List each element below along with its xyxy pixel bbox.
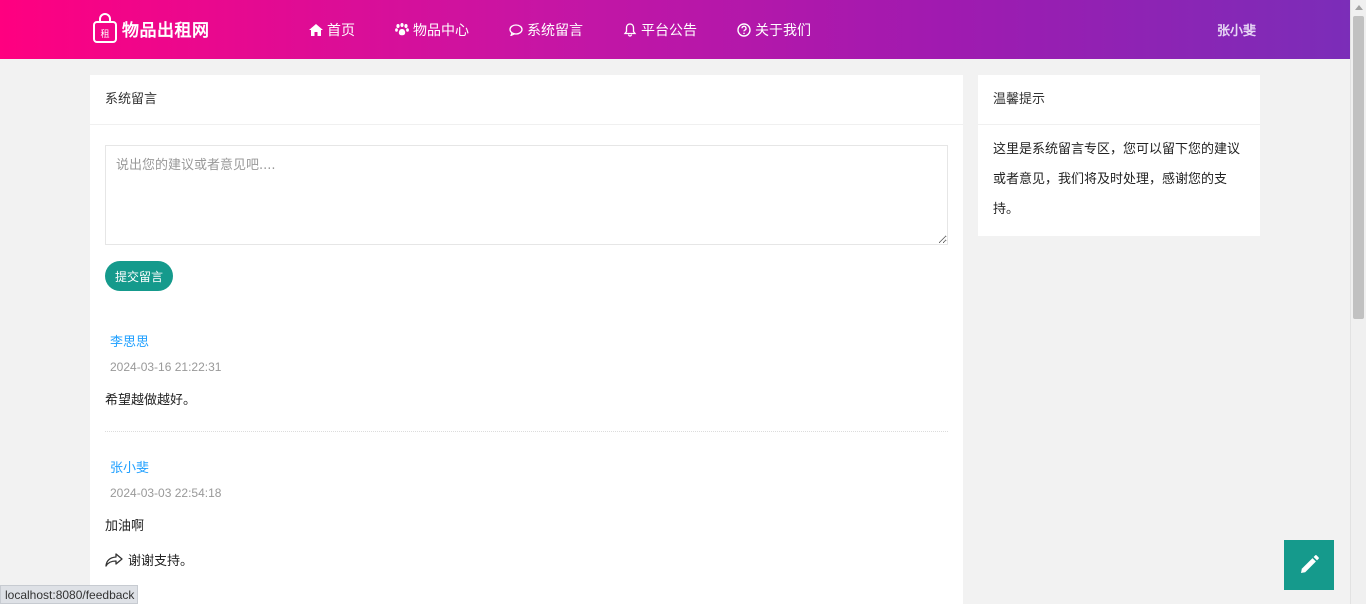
nav-item-announcements[interactable]: 平台公告 [623,20,697,40]
comment-icon [509,23,523,36]
message-reply: 谢谢支持。 [105,550,948,569]
status-bar-url: localhost:8080/feedback [0,585,138,604]
message-time: 2024-03-16 21:22:31 [110,360,222,374]
site-title: 物品出租网 [122,20,210,41]
message-divider [105,431,948,432]
nav-item-feedback[interactable]: 系统留言 [509,20,583,40]
nav-item-label: 物品中心 [413,22,469,39]
nav-item-label: 首页 [327,22,355,39]
edit-floating-button[interactable] [1284,540,1334,590]
nav-item-label: 平台公告 [641,22,697,39]
scroll-up-icon[interactable] [1355,5,1363,10]
reply-text: 谢谢支持。 [128,554,194,569]
tips-title: 温馨提示 [978,75,1260,125]
feedback-panel: 系统留言 提交留言 李思思 2024-03-16 21:22:31 希望越做越好… [90,75,963,604]
nav-item-label: 系统留言 [527,22,583,39]
nav-item-home[interactable]: 首页 [309,20,355,40]
top-header: 租 物品出租网 首页 物品中心 系统留言 平台公告 关于我们 张小斐 [0,0,1350,59]
tips-content: 这里是系统留言专区，您可以留下您的建议或者意见，我们将及时处理，感谢您的支持。 [993,142,1241,217]
paw-icon [395,23,409,36]
question-circle-icon [737,22,751,37]
nav-item-about[interactable]: 关于我们 [737,20,811,40]
message-author[interactable]: 李思思 [110,331,948,350]
message-content: 希望越做越好。 [105,393,197,408]
message-time: 2024-03-03 22:54:18 [110,486,222,500]
nav-item-label: 关于我们 [755,22,811,39]
message-content: 加油啊 [105,519,145,534]
nav-item-items[interactable]: 物品中心 [395,20,469,40]
submit-feedback-button[interactable]: 提交留言 [105,261,173,291]
message-item: 李思思 2024-03-16 21:22:31 希望越做越好。 [105,331,948,408]
page-scrollbar[interactable] [1350,0,1366,604]
panel-title: 系统留言 [90,75,963,125]
tips-panel: 温馨提示 这里是系统留言专区，您可以留下您的建议或者意见，我们将及时处理，感谢您… [978,75,1260,236]
message-author[interactable]: 张小斐 [110,457,948,476]
main-nav: 首页 物品中心 系统留言 平台公告 关于我们 [309,0,851,59]
feedback-input[interactable] [105,145,948,245]
bell-icon [623,22,637,37]
current-user-link[interactable]: 张小斐 [1217,20,1256,39]
pencil-icon [1301,555,1319,573]
home-icon [309,23,323,36]
reply-share-icon [105,552,123,567]
message-item: 张小斐 2024-03-03 22:54:18 加油啊 谢谢支持。 [105,457,948,569]
site-logo[interactable]: 租 物品出租网 [92,13,210,43]
shopping-bag-icon: 租 [92,13,118,43]
logo-badge-text: 租 [100,29,109,40]
scroll-thumb[interactable] [1353,16,1364,319]
